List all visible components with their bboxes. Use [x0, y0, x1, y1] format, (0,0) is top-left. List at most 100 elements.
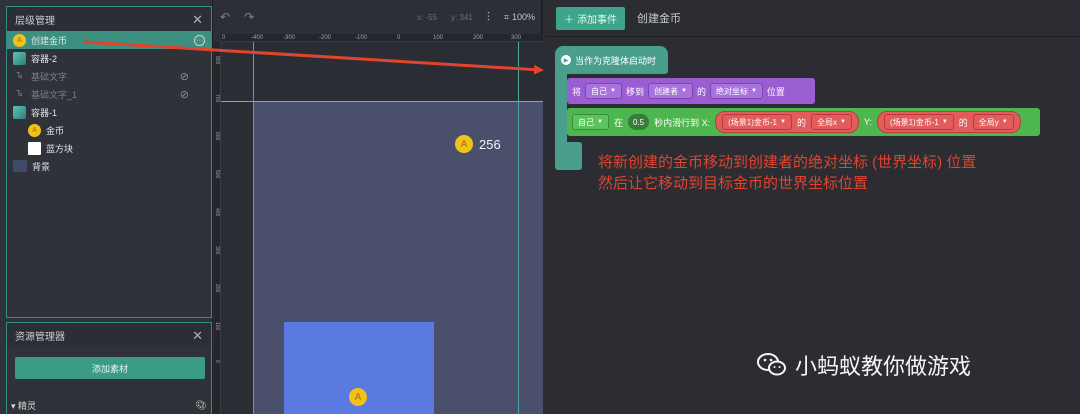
- chevron-down-icon: ▼: [680, 88, 687, 94]
- left-panel: 层级管理 ✕ A 创建金币 ··· 容器-2 Ꮦ 基础文字 ⊘ Ꮦ 基础文字_1…: [0, 0, 213, 414]
- ruler-tick: 400: [214, 208, 220, 217]
- background-icon: [13, 160, 27, 172]
- event-editor: ＋ 添加事件 创建金币 ▶ 当作为克隆体启动时 将 自己 ▼ 移到 创建者 ▼ 的 …: [545, 0, 1080, 414]
- layer-item-label: 基础文字_1: [31, 89, 78, 100]
- ruler-tick: -100: [355, 35, 368, 41]
- layer-item-label: 金币: [46, 125, 65, 136]
- dropdown-value: (场景1)金币-1: [728, 117, 777, 127]
- assets-panel-title: 资源管理器: [15, 331, 65, 343]
- event-title: 创建金币: [637, 13, 681, 25]
- redo-icon[interactable]: ↷: [244, 10, 254, 24]
- caret-down-icon: ▾: [11, 401, 19, 411]
- sprites-section[interactable]: ▾ 精灵 🎨︎: [11, 399, 207, 412]
- when-clone-starts-block[interactable]: ▶ 当作为克隆体启动时: [555, 46, 668, 74]
- move-to-block[interactable]: 将 自己 ▼ 移到 创建者 ▼ 的 绝对坐标 ▼ 位置: [567, 78, 815, 104]
- object-dropdown[interactable]: (场景1)金币-1 ▼: [722, 114, 792, 130]
- add-event-button[interactable]: ＋ 添加事件: [556, 6, 625, 30]
- x-reporter[interactable]: (场景1)金币-1 ▼ 的 全局x ▼: [715, 111, 859, 133]
- ruler-tick: 200: [214, 284, 220, 293]
- dropdown-value: 全局y: [978, 117, 999, 127]
- property-dropdown[interactable]: 全局x ▼: [810, 114, 852, 130]
- ruler-tick: 0: [222, 35, 226, 41]
- coin-icon: A: [13, 33, 26, 47]
- eye-hidden-icon[interactable]: ⊘: [180, 70, 189, 83]
- play-icon: ▶: [561, 55, 571, 65]
- glide-to-block[interactable]: 自己 ▼ 在 0.5 秒内滑行到 X: (场景1)金币-1 ▼ 的 全局x ▼ Y: …: [567, 108, 1040, 136]
- dropdown-value: (场景1)金币-1: [889, 117, 939, 127]
- close-icon[interactable]: ✕: [192, 13, 203, 26]
- layer-item-basic-text[interactable]: Ꮦ 基础文字 ⊘: [7, 67, 211, 85]
- ruler-tick: 100: [433, 35, 444, 41]
- plus-icon: ＋: [564, 14, 574, 26]
- ruler-horizontal: 0 -400 -300 -200 -100 0 100 200 300: [221, 34, 543, 42]
- target-dropdown[interactable]: 自己 ▼: [572, 114, 609, 130]
- target-dropdown[interactable]: 自己 ▼: [585, 83, 622, 99]
- ruler-tick: 300: [214, 246, 220, 255]
- hat-block-arm: [555, 72, 567, 152]
- layers-panel-header: 层级管理 ✕: [7, 7, 211, 31]
- ruler-tick: 700: [214, 94, 220, 103]
- y-reporter[interactable]: (场景1)金币-1 ▼ 的 全局y ▼: [876, 111, 1021, 133]
- ruler-tick: 0: [214, 360, 220, 363]
- layer-item-label: 容器-1: [31, 107, 58, 118]
- annotation-line: 然后让它移动到目标金币的世界坐标位置: [598, 175, 869, 192]
- layer-item-background[interactable]: 背景: [7, 157, 211, 175]
- block-text: 将: [572, 86, 582, 97]
- ruler-tick: -200: [319, 35, 332, 41]
- adjust-icon[interactable]: ⫶: [487, 10, 490, 25]
- ruler-tick: 800: [214, 56, 220, 65]
- more-options-icon[interactable]: ···: [194, 34, 205, 46]
- chevron-down-icon: ▼: [839, 119, 846, 125]
- cursor-coords: x: -55 y: 341: [417, 13, 473, 22]
- property-dropdown[interactable]: 全局y ▼: [972, 114, 1014, 130]
- watermark-text: 小蚂蚁教你做游戏: [795, 354, 972, 379]
- wechat-icon: [757, 353, 786, 376]
- dropdown-value: 创建者: [653, 86, 678, 96]
- seconds-input[interactable]: 0.5: [627, 114, 650, 130]
- chevron-down-icon: ▼: [780, 119, 786, 125]
- block-text: 秒内滑行到 X:: [654, 117, 711, 128]
- add-asset-button[interactable]: 添加素材: [15, 357, 205, 379]
- block-text: 位置: [766, 86, 785, 97]
- text-icon: Ꮦ: [16, 71, 23, 80]
- sprites-label: 精灵: [18, 401, 37, 411]
- layer-item-coin[interactable]: A 金币: [7, 121, 211, 139]
- hat-block-foot: [555, 142, 582, 170]
- undo-icon[interactable]: ↶: [220, 10, 230, 24]
- stage-panel: ↶ ↷ x: -55 y: 341 ⫶ ⌗ 100% 0 -400 -300 -…: [214, 0, 543, 414]
- zoom-level: 100%: [511, 12, 535, 22]
- annotation-line: 将新创建的金币移动到创建者的绝对坐标 (世界坐标) 位置: [598, 154, 977, 171]
- dropdown-value: 自己: [591, 86, 608, 96]
- ruler-tick: 100: [214, 322, 220, 331]
- coin-icon: A: [28, 123, 41, 137]
- layer-item-blue-block[interactable]: 蓝方块: [7, 139, 211, 157]
- cube-icon: [13, 51, 26, 65]
- coin-icon[interactable]: A: [349, 388, 367, 406]
- chevron-down-icon: ▼: [597, 119, 603, 125]
- stage-toolbar: ↶ ↷ x: -55 y: 341 ⫶ ⌗ 100%: [214, 0, 541, 34]
- layer-item-container-1[interactable]: 容器-1: [7, 103, 211, 121]
- text-icon: Ꮦ: [16, 89, 23, 98]
- eye-hidden-icon[interactable]: ⊘: [180, 88, 189, 101]
- layer-item-label: 创建金币: [31, 35, 68, 46]
- coin-icon: A: [455, 135, 473, 153]
- object-dropdown[interactable]: (场景1)金币-1 ▼: [883, 114, 954, 130]
- scene-background: A 256 A: [253, 101, 543, 414]
- layer-item-create-coin[interactable]: A 创建金币 ···: [7, 31, 211, 49]
- divider: [545, 36, 1080, 37]
- coord-dropdown[interactable]: 绝对坐标 ▼: [709, 83, 763, 99]
- guide-line: [221, 101, 543, 102]
- score-display[interactable]: A 256: [455, 135, 501, 153]
- close-icon[interactable]: ✕: [192, 329, 203, 342]
- chevron-down-icon: ▼: [610, 88, 616, 94]
- ruler-tick: -400: [251, 35, 264, 41]
- cube-icon: [13, 105, 26, 119]
- zoom-control[interactable]: ⌗ 100%: [504, 12, 535, 23]
- layer-item-basic-text-1[interactable]: Ꮦ 基础文字_1 ⊘: [7, 85, 211, 103]
- cursor-x: x: -55: [417, 12, 438, 22]
- ref-dropdown[interactable]: 创建者 ▼: [647, 83, 693, 99]
- layer-item-container-2[interactable]: 容器-2: [7, 49, 211, 67]
- stage-canvas[interactable]: A 256 A: [221, 42, 543, 414]
- palette-icon[interactable]: 🎨︎: [196, 400, 207, 411]
- blue-block-sprite[interactable]: A: [284, 322, 434, 414]
